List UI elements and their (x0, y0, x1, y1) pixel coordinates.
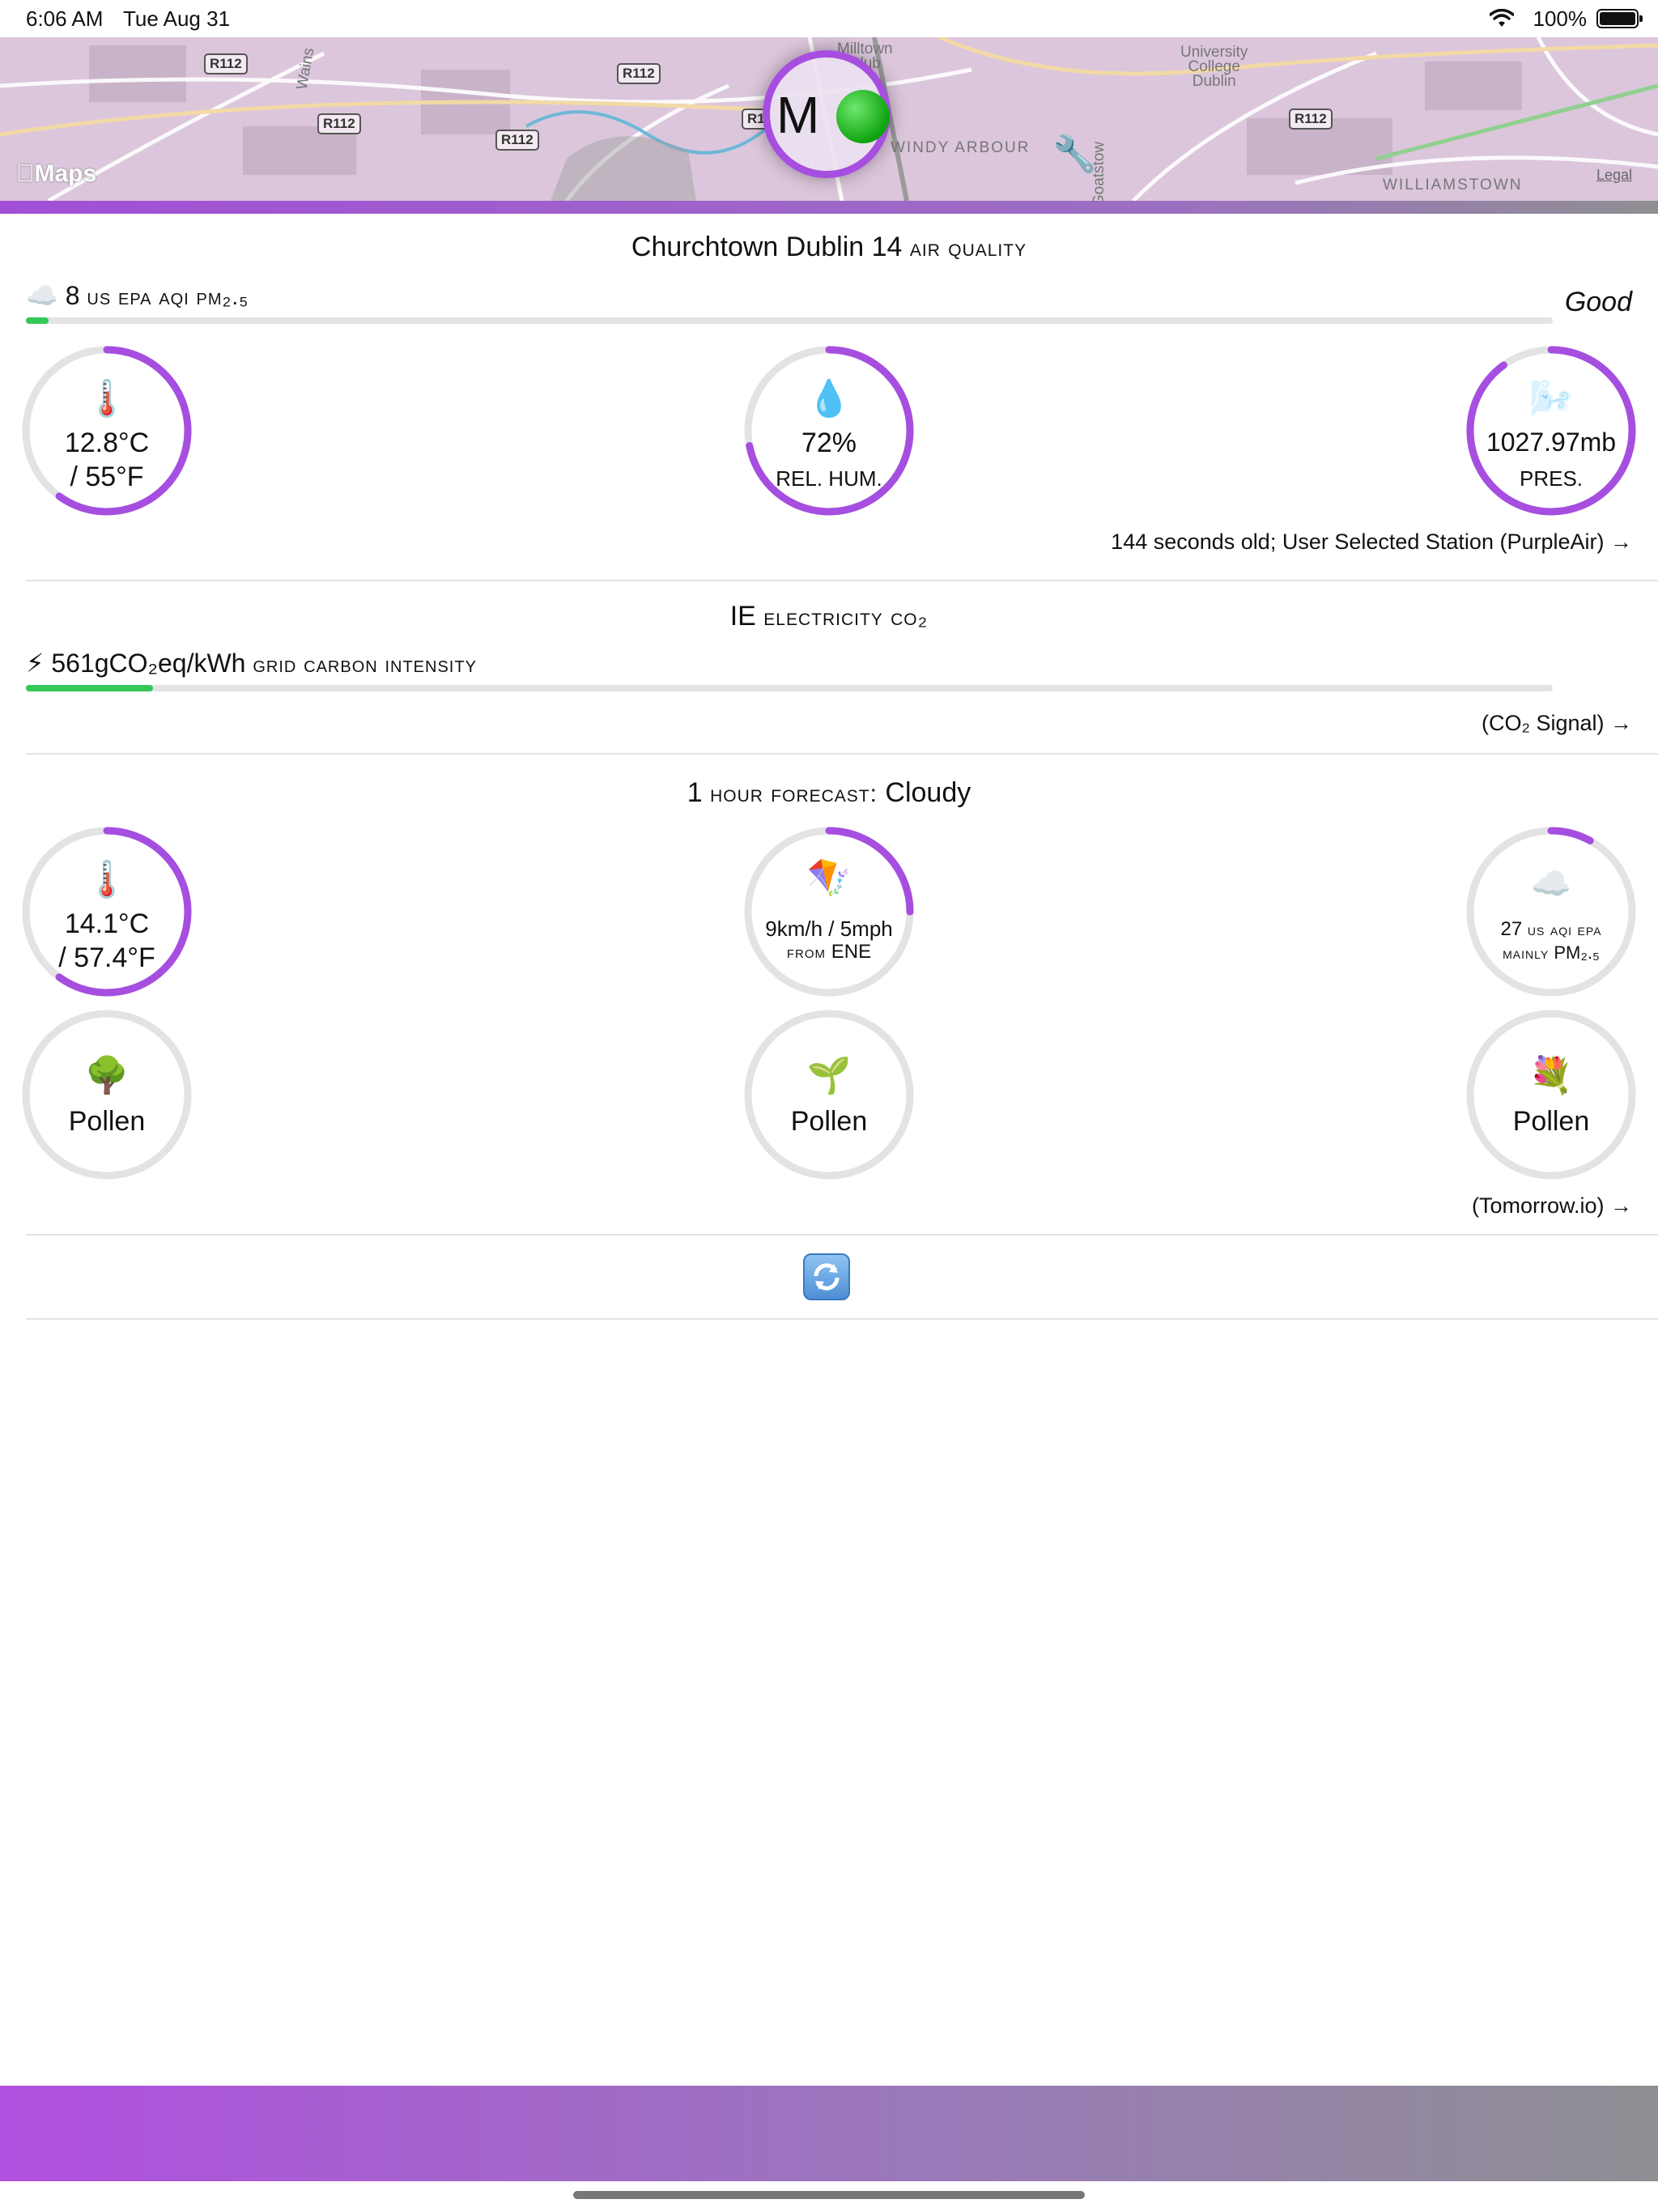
wifi-icon (1489, 8, 1515, 32)
status-bar: 6:06 AM Tue Aug 31 100% (0, 0, 1658, 37)
kite-icon: 🪁 (806, 858, 852, 898)
pollen-label: Pollen (68, 1106, 146, 1137)
forecast-aqi-pollutant: mainly PM₂.₅ (1503, 942, 1600, 963)
humidity-gauge: 💧 72% REL. HUM. (743, 345, 915, 517)
refresh-button[interactable] (803, 1253, 850, 1300)
electricity-title: IE electricity co₂ (729, 601, 929, 632)
pollen-label: Pollen (1512, 1106, 1590, 1137)
tomorrow-source-link[interactable]: (Tomorrow.io) → (1472, 1193, 1632, 1219)
road-label: R112 (617, 63, 661, 84)
battery-percentage: 100% (1533, 6, 1588, 31)
legal-link[interactable]: Legal (1596, 167, 1632, 184)
forecast-temperature-celsius: 14.1°C (64, 908, 150, 939)
co2-source-link[interactable]: (CO₂ Signal) → (1482, 711, 1632, 736)
wind-direction: from ENE (786, 941, 872, 963)
grass-pollen-gauge: 🌱 Pollen (743, 1009, 915, 1180)
pressure-value: 1027.97mb (1486, 428, 1617, 457)
refresh-icon (814, 1263, 840, 1291)
air-quality-title: Churchtown Dublin 14 air quality (631, 232, 1027, 262)
forecast-temperature-gauge: 🌡️ 14.1°C / 57.4°F (21, 826, 193, 998)
tree-icon: 🌳 (84, 1056, 130, 1095)
status-date: Tue Aug 31 (123, 6, 231, 31)
map-place-label: WILLIAMSTOWN (1383, 177, 1523, 194)
cloud-icon: ☁️ (1531, 866, 1571, 902)
pressure-gauge: 🌬️ 1027.97mb PRES. (1465, 345, 1637, 517)
road-label: R112 (495, 130, 539, 151)
carbon-readout: ⚡ 561gCO₂eq/kWh grid carbon intensity (26, 648, 477, 678)
cloud-icon: ☁️ (26, 281, 58, 310)
divider (26, 1234, 1658, 1236)
carbon-label: grid carbon intensity (253, 652, 477, 677)
divider (26, 753, 1658, 755)
road-label: R112 (317, 113, 361, 134)
gauge-track (1466, 827, 1636, 997)
aq-source-link[interactable]: 144 seconds old; User Selected Station (… (1111, 530, 1632, 555)
thermometer-icon: 🌡️ (84, 379, 130, 419)
tree-pollen-gauge: 🌳 Pollen (21, 1009, 193, 1180)
forecast-temperature-fahrenheit: / 57.4°F (58, 942, 155, 973)
aqi-status: Good (1564, 287, 1632, 317)
wind-face-icon: 🌬️ (1528, 379, 1574, 419)
road-label: R112 (1289, 108, 1333, 130)
divider (26, 580, 1658, 581)
aqi-readout: ☁️ 8 us epa aqi pm₂.₅ (26, 280, 249, 311)
wind-gauge: 🪁 9km/h / 5mph from ENE (743, 826, 915, 998)
forecast-title: 1 hour forecast: Cloudy (687, 777, 971, 808)
pollen-label: Pollen (790, 1106, 868, 1137)
aqi-value: 8 (65, 281, 80, 310)
wind-speed: 9km/h / 5mph (765, 917, 893, 941)
marker-letter: M (776, 86, 820, 144)
road-label: R112 (204, 53, 248, 74)
carbon-bar-fill (26, 685, 153, 691)
humidity-label: REL. HUM. (776, 466, 882, 491)
aqi-label: us epa aqi pm₂.₅ (87, 284, 249, 309)
temperature-celsius: 12.8°C (64, 428, 150, 458)
map-place-label: WINDY ARBOUR (891, 139, 1031, 156)
status-time: 6:06 AM (26, 6, 104, 31)
aqi-bar-fill (26, 317, 49, 324)
aqi-bar (26, 317, 1553, 324)
apple-maps-logo: Maps (16, 160, 96, 187)
forecast-aqi-value: 27 us aqi epa (1500, 918, 1602, 940)
forecast-aqi-gauge: ☁️ 27 us aqi epa mainly PM₂.₅ (1465, 826, 1637, 998)
carbon-bar (26, 685, 1553, 691)
weed-pollen-gauge: 💐 Pollen (1465, 1009, 1637, 1180)
status-dot-icon (836, 90, 890, 143)
divider (26, 1318, 1658, 1320)
thermometer-icon: 🌡️ (84, 860, 130, 900)
lightning-icon: ⚡ (26, 649, 45, 678)
carbon-value: 561gCO₂eq/kWh (51, 649, 246, 678)
temperature-gauge: 🌡️ 12.8°C / 55°F (21, 345, 193, 517)
station-marker[interactable]: M (763, 50, 891, 178)
bouquet-icon: 💐 (1528, 1056, 1574, 1095)
battery-icon (1596, 9, 1643, 28)
temperature-fahrenheit: / 55°F (70, 462, 144, 492)
bottom-accent-bar (0, 2086, 1658, 2181)
home-indicator[interactable] (573, 2191, 1085, 2199)
humidity-value: 72% (801, 428, 857, 458)
seedling-icon: 🌱 (806, 1056, 852, 1095)
map-place-label: University College Dublin (1180, 44, 1248, 90)
droplet-icon: 💧 (806, 379, 852, 419)
map-accent-bar (0, 201, 1658, 214)
pressure-label: PRES. (1519, 466, 1584, 491)
wrench-icon[interactable]: 🔧 (1052, 133, 1097, 175)
